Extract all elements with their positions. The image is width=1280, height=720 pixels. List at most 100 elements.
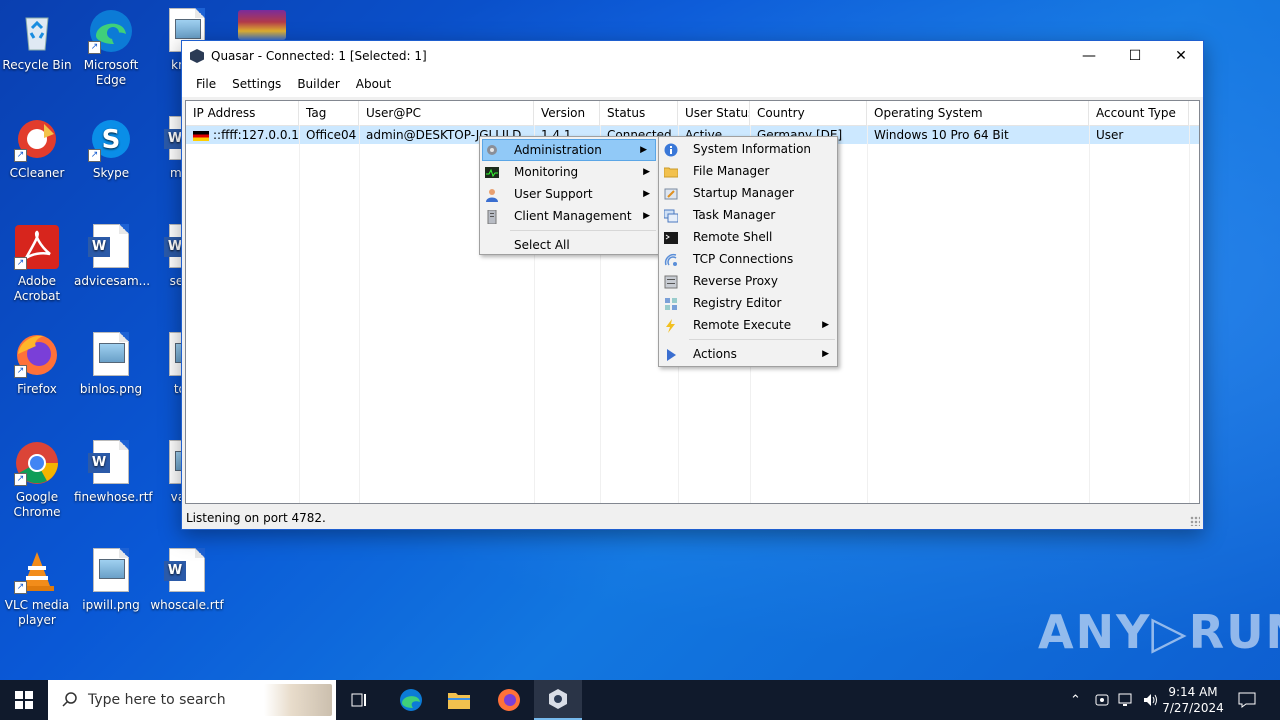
menu-separator: [510, 230, 656, 231]
server-icon: [664, 274, 678, 289]
desktop-icon-firefox[interactable]: ↗ Firefox: [0, 332, 74, 397]
firefox-icon: ↗: [14, 332, 60, 378]
desktop-icon-skype[interactable]: S ↗ Skype: [74, 116, 148, 181]
taskbar: Type here to search ⌃ 9:14 AM 7/27/2024: [0, 680, 1280, 720]
submenu-arrow-icon: ▶: [643, 211, 650, 221]
desktop-icon-whoscale[interactable]: W whoscale.rtf: [150, 548, 224, 613]
column-account-type[interactable]: Account Type: [1089, 101, 1189, 125]
resize-grip-icon[interactable]: [1190, 516, 1200, 526]
info-icon: [664, 142, 678, 157]
column-user-status[interactable]: User Status: [678, 101, 750, 125]
desktop-icon-label: Google Chrome: [13, 490, 61, 519]
column-country[interactable]: Country: [750, 101, 867, 125]
desktop-icon-label: VLC media player: [4, 598, 70, 627]
volume-icon[interactable]: [1142, 680, 1160, 720]
desktop-icon-adobe-acrobat[interactable]: ↗ Adobe Acrobat: [0, 224, 74, 304]
menu-item-system-information[interactable]: System Information: [659, 138, 837, 160]
system-clock[interactable]: 9:14 AM 7/27/2024: [1160, 684, 1226, 716]
minimize-button[interactable]: —: [1066, 41, 1112, 71]
taskbar-quasar[interactable]: [534, 680, 582, 720]
menu-item-actions[interactable]: Actions ▶: [659, 343, 837, 365]
menu-about[interactable]: About: [348, 73, 399, 95]
recycle-bin-icon: [14, 8, 60, 54]
menu-settings[interactable]: Settings: [224, 73, 289, 95]
desktop-icon-binlos[interactable]: binlos.png: [74, 332, 148, 397]
folder-icon: [448, 693, 470, 709]
notification-icon: [1238, 692, 1256, 708]
column-tag[interactable]: Tag: [299, 101, 359, 125]
desktop-icon-google-chrome[interactable]: ↗ Google Chrome: [0, 440, 74, 520]
menu-item-remote-shell[interactable]: Remote Shell: [659, 226, 837, 248]
desktop-icon-advicesam[interactable]: W advicesam...: [74, 224, 151, 289]
desktop-icon-ccleaner[interactable]: ↗ CCleaner: [0, 116, 74, 181]
edge-icon: [400, 689, 422, 711]
cell-operating-system: Windows 10 Pro 64 Bit: [874, 128, 1009, 142]
shortcut-arrow-icon: ↗: [14, 149, 27, 162]
maximize-button[interactable]: ☐: [1112, 41, 1158, 71]
meet-now-icon[interactable]: [1094, 680, 1110, 720]
taskbar-edge[interactable]: [388, 680, 434, 720]
desktop-icon-label: finewhose.rtf: [74, 490, 153, 504]
menu-item-user-support[interactable]: User Support ▶: [480, 183, 658, 205]
menu-item-file-manager[interactable]: File Manager: [659, 160, 837, 182]
desktop-icon-ipwill[interactable]: ipwill.png: [74, 548, 148, 613]
column-ip-address[interactable]: IP Address: [186, 101, 299, 125]
desktop-icon-label: Adobe Acrobat: [13, 274, 61, 303]
menu-item-client-management[interactable]: Client Management ▶: [480, 205, 658, 227]
image-file-icon: [88, 548, 134, 594]
column-status[interactable]: Status: [600, 101, 678, 125]
desktop-icon-label: advicesam...: [74, 274, 151, 288]
desktop-icon-label: whoscale.rtf: [150, 598, 224, 612]
cell-ip-address: ::ffff:127.0.0.1: [186, 126, 299, 144]
desktop-icon-label: ipwill.png: [82, 598, 140, 612]
notification-center-button[interactable]: [1238, 680, 1256, 720]
taskbar-search-box[interactable]: Type here to search: [48, 680, 336, 720]
show-hidden-icons-button[interactable]: ⌃: [1070, 680, 1081, 720]
column-operating-system[interactable]: Operating System: [867, 101, 1089, 125]
menu-item-tcp-connections[interactable]: TCP Connections: [659, 248, 837, 270]
network-icon[interactable]: [1118, 680, 1136, 720]
terminal-icon: [664, 230, 678, 244]
desktop-icon-recycle-bin[interactable]: Recycle Bin: [0, 8, 74, 73]
column-user-pc[interactable]: User@PC: [359, 101, 534, 125]
task-view-button[interactable]: [338, 680, 382, 720]
grid-line: [299, 125, 300, 503]
menu-bar: File Settings Builder About: [182, 71, 1203, 97]
desktop-icon-finewhose[interactable]: W finewhose.rtf: [74, 440, 153, 505]
column-version[interactable]: Version: [534, 101, 600, 125]
menu-item-remote-execute[interactable]: Remote Execute ▶: [659, 314, 837, 336]
taskbar-file-explorer[interactable]: [436, 680, 482, 720]
task-manager-icon: [663, 208, 679, 223]
status-text: Listening on port 4782.: [186, 511, 326, 525]
grid-line: [1089, 125, 1090, 503]
list-header: IP Address Tag User@PC Version Status Us…: [186, 101, 1199, 126]
network-icon: [664, 252, 678, 266]
menu-builder[interactable]: Builder: [289, 73, 347, 95]
menu-item-registry-editor[interactable]: Registry Editor: [659, 292, 837, 314]
word-document-icon: W: [88, 440, 134, 486]
start-button[interactable]: [0, 680, 48, 720]
germany-flag-icon: [193, 130, 209, 141]
desktop-icon-microsoft-edge[interactable]: ↗ Microsoft Edge: [74, 8, 148, 88]
menu-file[interactable]: File: [188, 73, 224, 95]
desktop-icon-vlc[interactable]: ↗ VLC media player: [0, 548, 74, 628]
menu-item-select-all[interactable]: Select All: [480, 234, 658, 256]
menu-item-reverse-proxy[interactable]: Reverse Proxy: [659, 270, 837, 292]
chevron-up-icon: ⌃: [1070, 692, 1081, 708]
menu-item-startup-manager[interactable]: Startup Manager: [659, 182, 837, 204]
grid-line: [867, 125, 868, 503]
title-bar[interactable]: Quasar - Connected: 1 [Selected: 1] — ☐ …: [182, 41, 1203, 71]
quasar-app-icon: [190, 49, 204, 63]
desktop-icon-label: Skype: [92, 166, 130, 180]
menu-item-task-manager[interactable]: Task Manager: [659, 204, 837, 226]
taskbar-firefox[interactable]: [486, 680, 532, 720]
menu-item-monitoring[interactable]: Monitoring ▶: [480, 161, 658, 183]
menu-item-administration[interactable]: Administration ▶: [482, 139, 656, 161]
shortcut-arrow-icon: ↗: [14, 365, 27, 378]
status-bar: Listening on port 4782.: [182, 507, 1203, 529]
folder-icon: [663, 164, 679, 178]
shortcut-arrow-icon: ↗: [14, 581, 27, 594]
close-button[interactable]: ✕: [1158, 41, 1204, 71]
shortcut-arrow-icon: ↗: [88, 149, 101, 162]
winrar-icon[interactable]: [238, 10, 286, 40]
